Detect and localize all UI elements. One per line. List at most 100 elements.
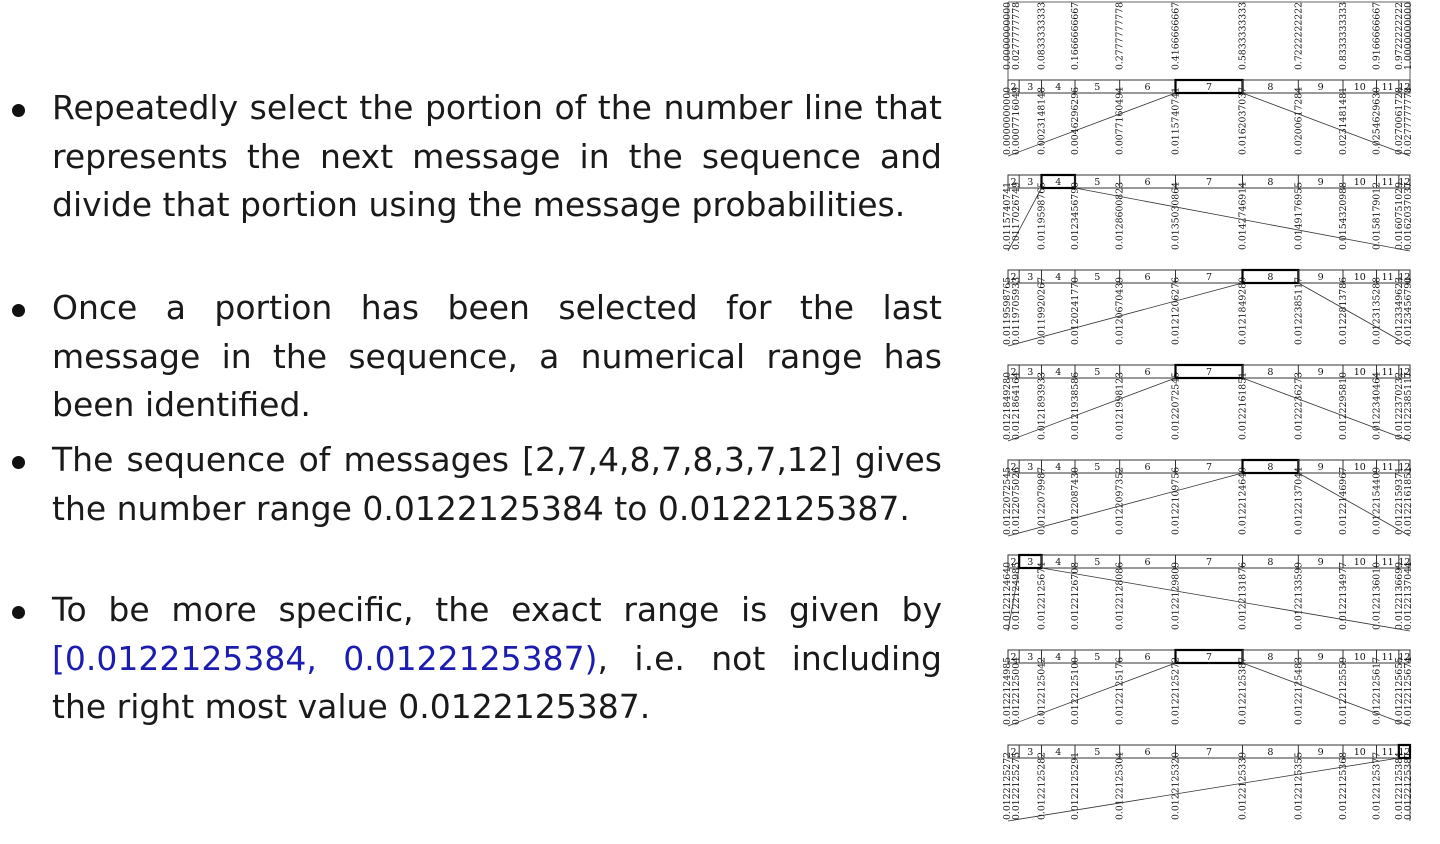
- message-label: 4: [1055, 462, 1061, 473]
- boundary-value-label: 0.0122124985: [1011, 562, 1022, 630]
- message-label: 6: [1145, 82, 1151, 93]
- boundary-value-label: 0.0122129809: [1171, 562, 1182, 630]
- message-label: 12: [1398, 177, 1410, 188]
- message-label: 9: [1318, 367, 1324, 378]
- arithmetic-coding-diagram: 0.00000000000.0277777778 0.0833333333 0.16…: [1002, 1, 1414, 822]
- zoom-guide-line: [1007, 377, 1176, 442]
- boundary-value-label: 0.0122087430: [1070, 467, 1081, 535]
- boundary-value-label: 0.0122072545: [1171, 372, 1182, 440]
- boundary-value-label: 0.0115740741: [1171, 87, 1182, 155]
- message-label: 5: [1094, 177, 1100, 188]
- boundary-value-label: 0.0119598765: [1037, 182, 1048, 250]
- message-label: 7: [1206, 272, 1212, 283]
- boundary-value-label: 0.0833333333: [1037, 2, 1048, 70]
- message-label: 12: [1398, 747, 1410, 758]
- message-label: 9: [1318, 272, 1324, 283]
- message-label: 10: [1354, 82, 1366, 93]
- boundary-value-label: 0.0122125004: [1011, 657, 1022, 725]
- message-label: 12: [1398, 272, 1410, 283]
- boundary-value-label: 0.0122137044: [1293, 467, 1304, 535]
- zoom-guide-line: [1242, 662, 1411, 727]
- message-label: 9: [1318, 747, 1324, 758]
- message-label: 3: [1027, 82, 1033, 93]
- boundary-value-label: 0.0122125100: [1070, 657, 1081, 725]
- boundary-value-label: 0.5833333333: [1238, 2, 1249, 70]
- message-label: 11: [1382, 652, 1394, 663]
- zoom-guide-line: [1007, 662, 1176, 727]
- message-label: 4: [1055, 652, 1061, 663]
- boundary-value-label: 0.0122125368: [1338, 752, 1349, 820]
- boundary-value-label: 0.0122131876: [1238, 562, 1249, 630]
- message-label: 6: [1145, 557, 1151, 568]
- message-label: 10: [1354, 462, 1366, 473]
- message-label: 8: [1267, 177, 1273, 188]
- message-label: 5: [1094, 367, 1100, 378]
- message-label: 9: [1318, 462, 1324, 473]
- boundary-value-label: 0.0077160494: [1115, 87, 1126, 155]
- boundary-value-label: 0.0122079987: [1037, 467, 1048, 535]
- bullet-text: Repeatedly select the portion of the num…: [52, 88, 942, 224]
- message-label: 7: [1206, 367, 1212, 378]
- message-label: 5: [1094, 272, 1100, 283]
- message-label: 4: [1055, 557, 1061, 568]
- boundary-value-label: 0.0046296296: [1070, 87, 1081, 155]
- bullet-list: Repeatedly select the portion of the num…: [0, 0, 970, 844]
- message-label: 3: [1027, 462, 1033, 473]
- bullet-text: To be more specific, the exact range is …: [52, 586, 942, 732]
- message-label: 9: [1318, 82, 1324, 93]
- boundary-value-label: 0.0121206276: [1171, 277, 1182, 345]
- bullet-text: Once a portion has been selected for the…: [52, 288, 942, 424]
- message-label: 10: [1354, 747, 1366, 758]
- message-label: 4: [1055, 367, 1061, 378]
- message-label: 2: [1011, 557, 1017, 568]
- boundary-value-label: 0.0121864164: [1011, 372, 1022, 440]
- message-label: 2: [1011, 272, 1017, 283]
- message-label: 11: [1382, 82, 1394, 93]
- message-label: 11: [1382, 367, 1394, 378]
- boundary-value-label: 0.0120241770: [1070, 277, 1081, 345]
- message-label: 5: [1094, 747, 1100, 758]
- message-label: 7: [1206, 82, 1212, 93]
- boundary-value-label: 0.0122124640: [1238, 467, 1249, 535]
- boundary-value-label: 0.0122125339: [1238, 752, 1249, 820]
- boundary-value-label: 0.0122097352: [1115, 467, 1126, 535]
- message-label: 10: [1354, 652, 1366, 663]
- message-label: 7: [1206, 557, 1212, 568]
- boundary-value-label: 0.0119920267: [1037, 277, 1048, 345]
- boundary-value-label: 0.0122125387: [1403, 752, 1414, 820]
- message-label: 3: [1027, 367, 1033, 378]
- message-label: 9: [1318, 652, 1324, 663]
- boundary-value-label: 1.0000000000: [1403, 2, 1414, 70]
- zoom-guide-line: [1041, 567, 1411, 632]
- exact-range-highlight: [0.0122125384, 0.0122125387): [52, 638, 598, 678]
- boundary-value-label: 0.0007716049: [1011, 87, 1022, 155]
- boundary-value-label: 0.0122236273: [1293, 372, 1304, 440]
- boundary-value-label: 0.0123456790: [1070, 182, 1081, 250]
- boundary-value-label: 0.0231481481: [1338, 87, 1349, 155]
- boundary-value-label: 0.0121849280: [1238, 277, 1249, 345]
- boundary-value-label: 0.0122154409: [1372, 467, 1383, 535]
- message-label: 3: [1027, 747, 1033, 758]
- boundary-value-label: 0.0122125282: [1037, 752, 1048, 820]
- boundary-value-label: 0.0123135288: [1372, 277, 1383, 345]
- bullet-dot-icon: [12, 104, 25, 117]
- message-label: 5: [1094, 652, 1100, 663]
- zoom-guide-line: [1242, 92, 1411, 157]
- message-label: 5: [1094, 462, 1100, 473]
- message-label: 5: [1094, 82, 1100, 93]
- boundary-value-label: 0.0122125483: [1293, 657, 1304, 725]
- message-label: 6: [1145, 462, 1151, 473]
- boundary-value-label: 0.0122125304: [1115, 752, 1126, 820]
- message-label: 6: [1145, 747, 1151, 758]
- message-label: 6: [1145, 177, 1151, 188]
- boundary-value-label: 0.2777777778: [1115, 2, 1126, 70]
- message-label: 10: [1354, 272, 1366, 283]
- boundary-value-label: 0.0154320988: [1338, 182, 1349, 250]
- boundary-value-label: 0.0122128086: [1115, 562, 1126, 630]
- zoom-guide-line: [1242, 377, 1411, 442]
- message-label: 4: [1055, 747, 1061, 758]
- boundary-value-label: 0.0158179012: [1372, 182, 1383, 250]
- boundary-value-label: 0.0121938586: [1070, 372, 1081, 440]
- boundary-value-label: 0.0142746914: [1238, 182, 1249, 250]
- boundary-value-label: 0.0122075026: [1011, 467, 1022, 535]
